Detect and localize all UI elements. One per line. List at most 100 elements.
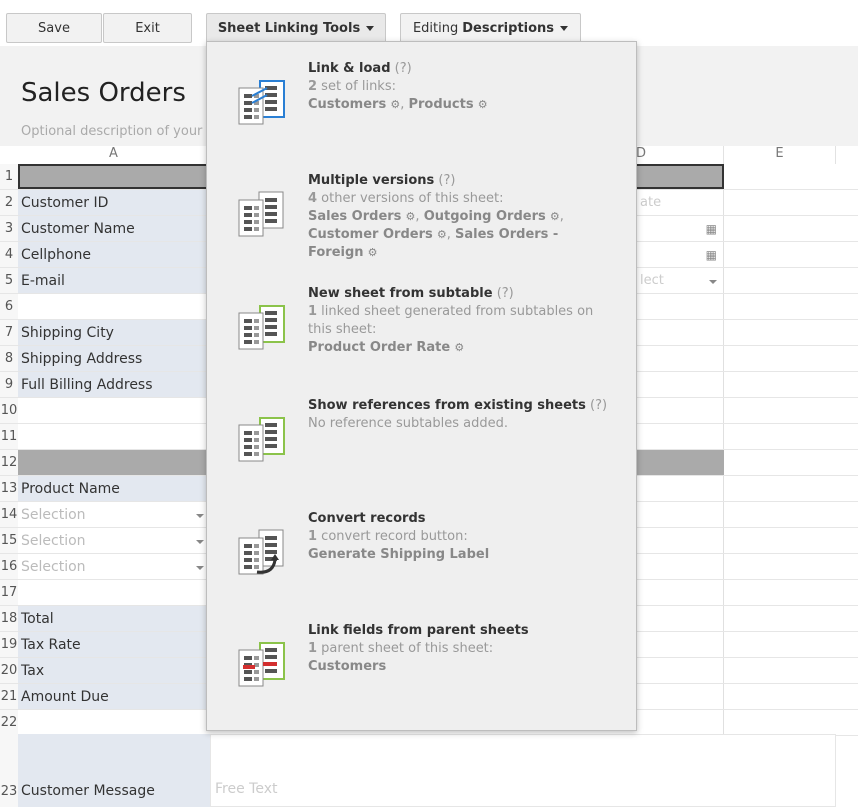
cell-d[interactable] <box>636 424 724 449</box>
field-label[interactable]: Product Name <box>18 476 210 501</box>
row-number: 14 <box>0 502 18 527</box>
customer-message-placeholder: Free Text <box>215 781 278 797</box>
sheet-linking-tools-button[interactable]: Sheet Linking Tools <box>206 13 386 43</box>
cell-d[interactable]: ▦ <box>636 242 724 267</box>
cell-d[interactable] <box>636 580 724 605</box>
help-icon[interactable]: (?) <box>438 173 455 188</box>
linked-sheet-link[interactable]: Generate Shipping Label <box>308 547 489 562</box>
gear-icon[interactable]: ⚙ <box>368 246 378 259</box>
help-icon[interactable]: (?) <box>497 286 514 301</box>
gear-icon[interactable]: ⚙ <box>437 228 447 241</box>
chevron-down-icon <box>196 514 204 518</box>
column-header-a[interactable]: A <box>18 146 210 164</box>
row-number: 19 <box>0 632 18 657</box>
row-number: 23 <box>0 734 18 807</box>
field-label[interactable]: Shipping City <box>18 320 210 345</box>
linked-sheet-link[interactable]: Sales Orders <box>308 209 401 224</box>
column-header-d[interactable]: D <box>636 146 724 164</box>
gear-icon[interactable]: ⚙ <box>454 341 464 354</box>
field-label[interactable]: Tax <box>18 658 210 683</box>
field-label[interactable]: Customer ID <box>18 190 210 215</box>
gear-icon[interactable]: ⚙ <box>406 210 416 223</box>
cell-d[interactable] <box>636 554 724 579</box>
cell-d[interactable] <box>636 502 724 527</box>
linked-sheet-link[interactable]: Outgoing Orders <box>424 209 546 224</box>
menu-item-count: 1 <box>308 304 318 319</box>
row-number: 4 <box>0 242 18 267</box>
cell-d[interactable] <box>636 684 724 709</box>
save-button[interactable]: Save <box>6 13 102 43</box>
selection-dropdown[interactable]: Selection <box>18 528 210 553</box>
row-number: 13 <box>0 476 18 501</box>
cell-d[interactable] <box>636 346 724 371</box>
linking-tools-label: Sheet Linking Tools <box>217 20 361 36</box>
empty-cell[interactable] <box>18 710 210 735</box>
column-header-e[interactable]: E <box>724 146 836 164</box>
cell-d[interactable] <box>636 398 724 423</box>
menu-item-desc: convert record button: <box>317 529 468 544</box>
menu-item-title: Convert records <box>308 511 426 526</box>
exit-button[interactable]: Exit <box>103 13 192 43</box>
field-label[interactable]: Full Billing Address <box>18 372 210 397</box>
menu-item-references[interactable]: Show references from existing sheets (?)… <box>207 397 636 497</box>
cell-d[interactable] <box>636 476 724 501</box>
field-label[interactable]: Shipping Address <box>18 346 210 371</box>
cell-d[interactable]: lect <box>636 268 724 293</box>
customer-message-field[interactable]: Free Text <box>210 734 836 807</box>
menu-item-title: New sheet from subtable <box>308 286 493 301</box>
empty-cell[interactable] <box>18 398 210 423</box>
sheet-title[interactable]: Sales Orders <box>21 78 186 108</box>
selection-dropdown[interactable]: Selection <box>18 502 210 527</box>
row-number: 16 <box>0 554 18 579</box>
editing-mode-button[interactable]: Editing Descriptions <box>400 13 581 43</box>
cell-d[interactable] <box>636 372 724 397</box>
cell-d[interactable] <box>636 632 724 657</box>
empty-cell[interactable] <box>18 424 210 449</box>
menu-item-count: 4 <box>308 191 318 206</box>
cell-d[interactable]: ▦ <box>636 216 724 241</box>
menu-item-link-load[interactable]: Link & load (?) 2 set of links: Customers … <box>207 60 636 160</box>
sheet-description[interactable]: Optional description of your <box>21 124 206 139</box>
field-label[interactable]: Customer Name <box>18 216 210 241</box>
help-icon[interactable]: (?) <box>590 398 607 413</box>
cell-d-text: lect <box>640 273 664 288</box>
cell-d[interactable] <box>636 294 724 319</box>
linked-sheet-link[interactable]: Customers <box>308 97 386 112</box>
cell-text: Customer ID <box>21 194 109 211</box>
toolbar: Save Exit Sheet Linking Tools Editing Des… <box>0 0 858 46</box>
gear-icon[interactable]: ⚙ <box>390 98 400 111</box>
gear-icon[interactable]: ⚙ <box>478 98 488 111</box>
menu-item-convert-records[interactable]: Convert records 1 convert record button: G… <box>207 510 636 610</box>
menu-item-desc: set of links: <box>317 79 396 94</box>
empty-cell[interactable] <box>18 580 210 605</box>
cell-d[interactable] <box>636 606 724 631</box>
empty-cell[interactable] <box>18 294 210 319</box>
menu-item-subtable-sheet[interactable]: New sheet from subtable (?) 1 linked shee… <box>207 285 636 385</box>
cell-d[interactable]: ate <box>636 190 724 215</box>
menu-item-multiple-versions[interactable]: Multiple versions (?) 4 other versions of… <box>207 172 636 272</box>
menu-item-text: New sheet from subtable (?) 1 linked shee… <box>308 285 608 357</box>
field-label[interactable]: Tax Rate <box>18 632 210 657</box>
menu-item-text: Multiple versions (?) 4 other versions of… <box>308 173 564 260</box>
field-label[interactable]: Total <box>18 606 210 631</box>
chevron-down-icon <box>196 540 204 544</box>
cell-d[interactable] <box>636 528 724 553</box>
help-icon[interactable]: (?) <box>395 61 412 76</box>
field-label[interactable]: Amount Due <box>18 684 210 709</box>
linked-sheet-link[interactable]: Product Order Rate <box>308 340 450 355</box>
calendar-icon[interactable]: ▦ <box>706 248 717 262</box>
gear-icon[interactable]: ⚙ <box>550 210 560 223</box>
cell-d[interactable] <box>636 658 724 683</box>
calendar-icon[interactable]: ▦ <box>706 222 717 236</box>
menu-item-text: Show references from existing sheets (?)… <box>308 397 608 433</box>
field-label[interactable]: Cellphone <box>18 242 210 267</box>
linked-sheet-link[interactable]: Customer Orders <box>308 227 433 242</box>
field-label[interactable]: E-mail <box>18 268 210 293</box>
linked-sheet-link[interactable]: Customers <box>308 659 386 674</box>
row-number: 21 <box>0 684 18 709</box>
linked-sheet-link[interactable]: Products <box>408 97 473 112</box>
cell-d[interactable] <box>636 320 724 345</box>
selection-dropdown[interactable]: Selection <box>18 554 210 579</box>
cell-d[interactable] <box>636 710 724 735</box>
menu-item-parent-sheets[interactable]: Link fields from parent sheets 1 parent s… <box>207 622 636 722</box>
